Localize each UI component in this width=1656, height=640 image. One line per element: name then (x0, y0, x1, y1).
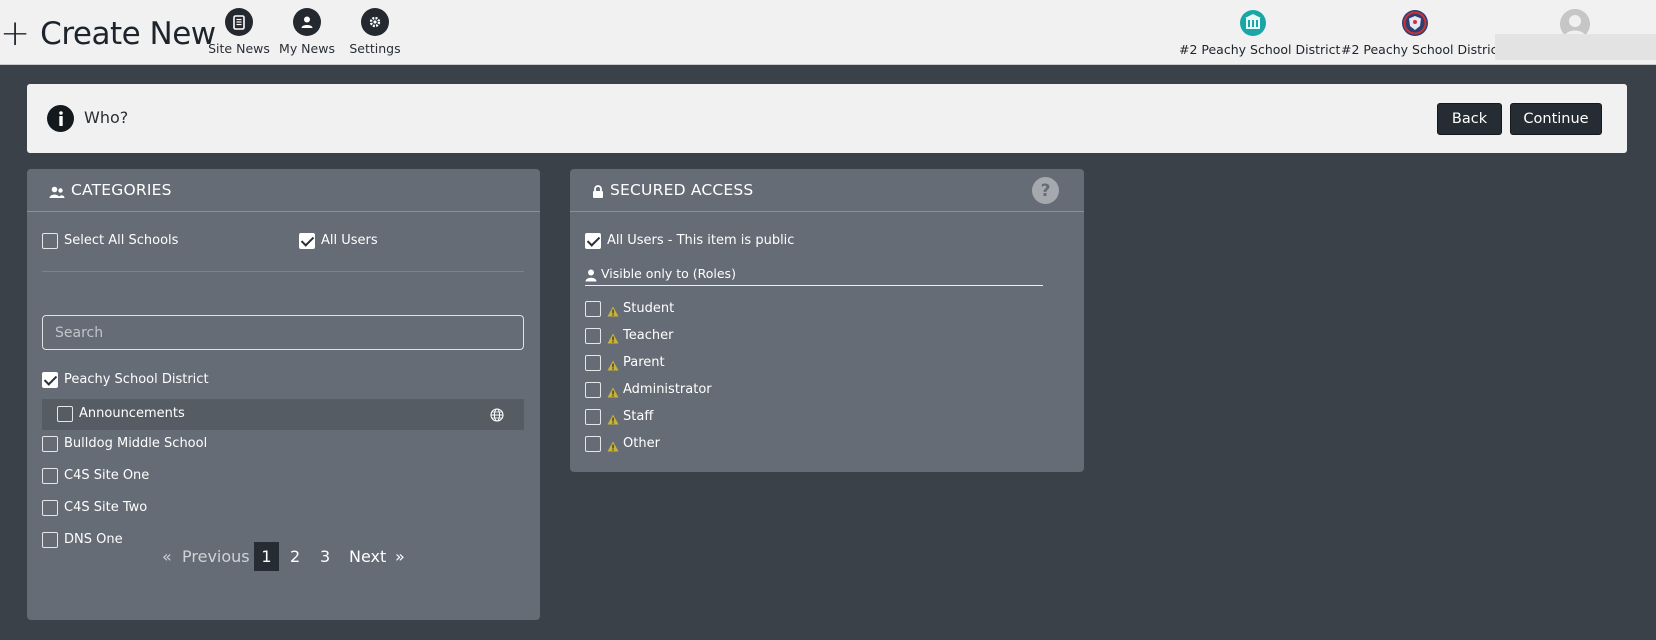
secured-access-header: SECURED ACCESS ? (570, 169, 1084, 212)
categories-panel: CATEGORIES Select All Schools All Users … (27, 169, 540, 620)
announcements-checkbox[interactable] (57, 406, 73, 422)
page-3-link[interactable]: 3 (320, 547, 330, 566)
bulldog-middle-school-checkbox[interactable] (42, 436, 58, 452)
next-page-link[interactable]: Next (349, 547, 386, 566)
role-teacher-checkbox[interactable] (585, 328, 601, 344)
warning-icon (607, 302, 619, 321)
select-all-schools-checkbox[interactable] (42, 233, 58, 249)
roles-header: Visible only to (Roles) (585, 264, 1043, 286)
all-users-label: All Users (321, 233, 378, 248)
role-administrator-checkbox[interactable] (585, 382, 601, 398)
district-label-1: #2 Peachy School District (1179, 42, 1341, 57)
c4s-site-one-checkbox[interactable] (42, 468, 58, 484)
previous-page-link[interactable]: Previous (182, 547, 250, 566)
create-new-title: + Create New (0, 14, 216, 54)
categories-title: CATEGORIES (71, 181, 172, 199)
select-all-schools-label: Select All Schools (64, 233, 179, 248)
nav-my-news-label: My News (279, 41, 335, 56)
user-name-placeholder (1495, 34, 1656, 60)
secured-access-title: SECURED ACCESS (610, 181, 754, 199)
back-button[interactable]: Back (1437, 103, 1502, 135)
warning-icon (607, 356, 619, 375)
role-label: Parent (623, 355, 665, 370)
role-student-checkbox[interactable] (585, 301, 601, 317)
plus-icon: + (0, 13, 31, 54)
users-icon (49, 184, 65, 203)
role-parent-checkbox[interactable] (585, 355, 601, 371)
announcements-row: Announcements (42, 399, 524, 430)
category-item-label: C4S Site One (64, 468, 150, 483)
category-item-label: C4S Site Two (64, 500, 148, 515)
warning-icon (607, 383, 619, 402)
user-menu[interactable] (1495, 9, 1656, 61)
step-title: Who? (84, 108, 129, 127)
district-switch-1[interactable]: #2 Peachy School District (1179, 9, 1341, 57)
search-input[interactable] (42, 315, 524, 350)
page-2-link[interactable]: 2 (290, 547, 300, 566)
district-label-2: #2 Peachy School District (1341, 42, 1503, 57)
category-item-label: Bulldog Middle School (64, 436, 208, 451)
person-icon (585, 267, 597, 286)
info-icon (47, 105, 74, 132)
help-icon[interactable]: ? (1032, 177, 1059, 204)
nav-site-news[interactable]: Site News (204, 8, 274, 56)
roles-header-label: Visible only to (Roles) (601, 266, 736, 281)
role-label: Other (623, 436, 660, 451)
role-staff-checkbox[interactable] (585, 409, 601, 425)
globe-icon[interactable] (490, 407, 504, 426)
pagination: « Previous 1 2 3 Next » (27, 542, 540, 572)
nav-my-news[interactable]: My News (272, 8, 342, 56)
divider (42, 271, 524, 272)
peachy-school-district-checkbox[interactable] (42, 372, 58, 388)
continue-button[interactable]: Continue (1510, 103, 1602, 135)
secured-access-panel: SECURED ACCESS ? All Users - This item i… (570, 169, 1084, 472)
categories-header: CATEGORIES (27, 169, 540, 212)
nav-settings[interactable]: Settings (340, 8, 410, 56)
create-new-label: Create New (40, 16, 216, 52)
tablet-icon (225, 8, 253, 36)
category-item-label: Announcements (79, 406, 185, 421)
nav-settings-label: Settings (349, 41, 401, 56)
person-icon (293, 8, 321, 36)
role-label: Staff (623, 409, 654, 424)
district-building-logo (1239, 9, 1267, 37)
role-label: Teacher (623, 328, 674, 343)
all-users-checkbox[interactable] (299, 233, 315, 249)
page-1-link[interactable]: 1 (254, 542, 279, 571)
lock-icon (592, 184, 604, 203)
role-other-checkbox[interactable] (585, 436, 601, 452)
warning-icon (607, 410, 619, 429)
who-step-bar: Who? Back Continue (27, 84, 1627, 153)
last-page-link[interactable]: » (395, 547, 405, 566)
district-shield-logo (1401, 9, 1429, 37)
role-label: Student (623, 301, 675, 316)
nav-site-news-label: Site News (208, 41, 270, 56)
c4s-site-two-checkbox[interactable] (42, 500, 58, 516)
category-item-label: Peachy School District (64, 372, 209, 387)
district-switch-2[interactable]: #2 Peachy School District (1341, 9, 1503, 57)
top-navigation-bar: + Create New Site News My News Settings … (0, 0, 1656, 65)
public-access-checkbox[interactable] (585, 233, 601, 249)
role-label: Administrator (623, 382, 712, 397)
gear-icon (361, 8, 389, 36)
first-page-link[interactable]: « (162, 547, 172, 566)
warning-icon (607, 329, 619, 348)
public-access-label: All Users - This item is public (607, 233, 795, 248)
warning-icon (607, 437, 619, 456)
